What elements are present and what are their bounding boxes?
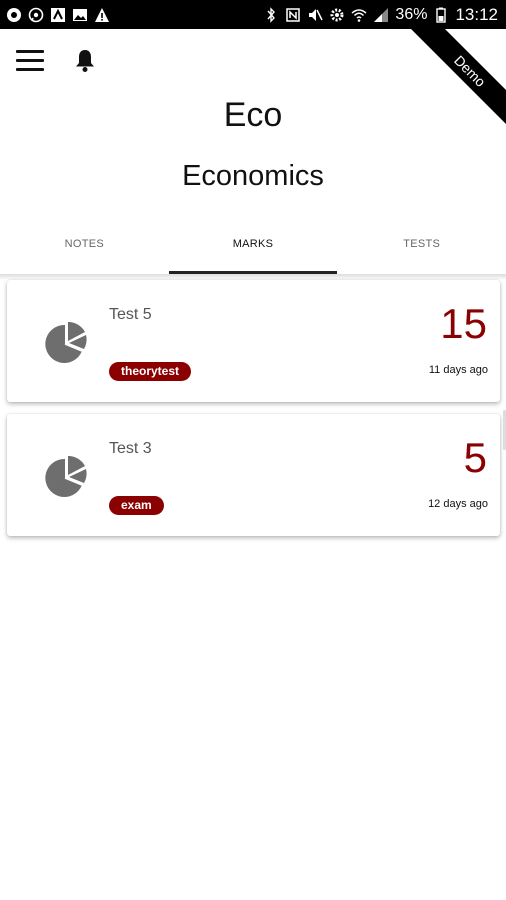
- status-right-icons: 36% 13:12: [263, 5, 498, 25]
- mark-title: Test 3: [109, 440, 152, 457]
- whatsapp-icon: [28, 7, 44, 23]
- bluetooth-icon: [263, 6, 279, 23]
- mark-score: 15: [440, 300, 487, 347]
- battery-icon: [433, 7, 449, 23]
- mute-icon: [307, 7, 324, 23]
- settings-icon: [329, 7, 345, 23]
- battery-percentage: 36%: [395, 5, 428, 23]
- mark-type-badge: exam: [109, 496, 164, 515]
- mark-card[interactable]: Test 5 theorytest 15 11 days ago: [7, 280, 500, 402]
- course-short-name: Eco: [223, 96, 283, 134]
- pie-chart-icon: [43, 320, 87, 364]
- mark-timestamp: 12 days ago: [428, 498, 488, 510]
- mark-card[interactable]: Test 3 exam 5 12 days ago: [7, 414, 500, 536]
- status-left-icons: [6, 7, 110, 23]
- mark-score: 5: [463, 434, 487, 481]
- mark-title: Test 5: [109, 306, 152, 323]
- status-clock: 13:12: [455, 4, 498, 24]
- app-bar: [0, 29, 506, 89]
- bell-icon[interactable]: [73, 48, 97, 74]
- app-notification-icon: [6, 7, 22, 23]
- tab-notes[interactable]: NOTES: [0, 224, 169, 274]
- warning-icon: [94, 7, 110, 23]
- tab-tests[interactable]: TESTS: [337, 224, 506, 274]
- mark-type-badge: theorytest: [109, 362, 192, 381]
- pie-chart-icon: [43, 454, 87, 498]
- hamburger-icon[interactable]: [16, 50, 44, 72]
- wifi-icon: [351, 7, 367, 23]
- nfc-icon: [285, 7, 301, 23]
- image-icon: [72, 7, 88, 23]
- tab-bar: NOTES MARKS TESTS: [0, 224, 506, 274]
- cellular-signal-icon: [373, 7, 389, 23]
- mark-timestamp: 11 days ago: [428, 364, 488, 376]
- course-name: Economics: [182, 160, 324, 192]
- status-bar: 36% 13:12: [0, 0, 506, 29]
- app-notification-icon: [50, 7, 66, 23]
- tab-marks[interactable]: MARKS: [168, 224, 338, 274]
